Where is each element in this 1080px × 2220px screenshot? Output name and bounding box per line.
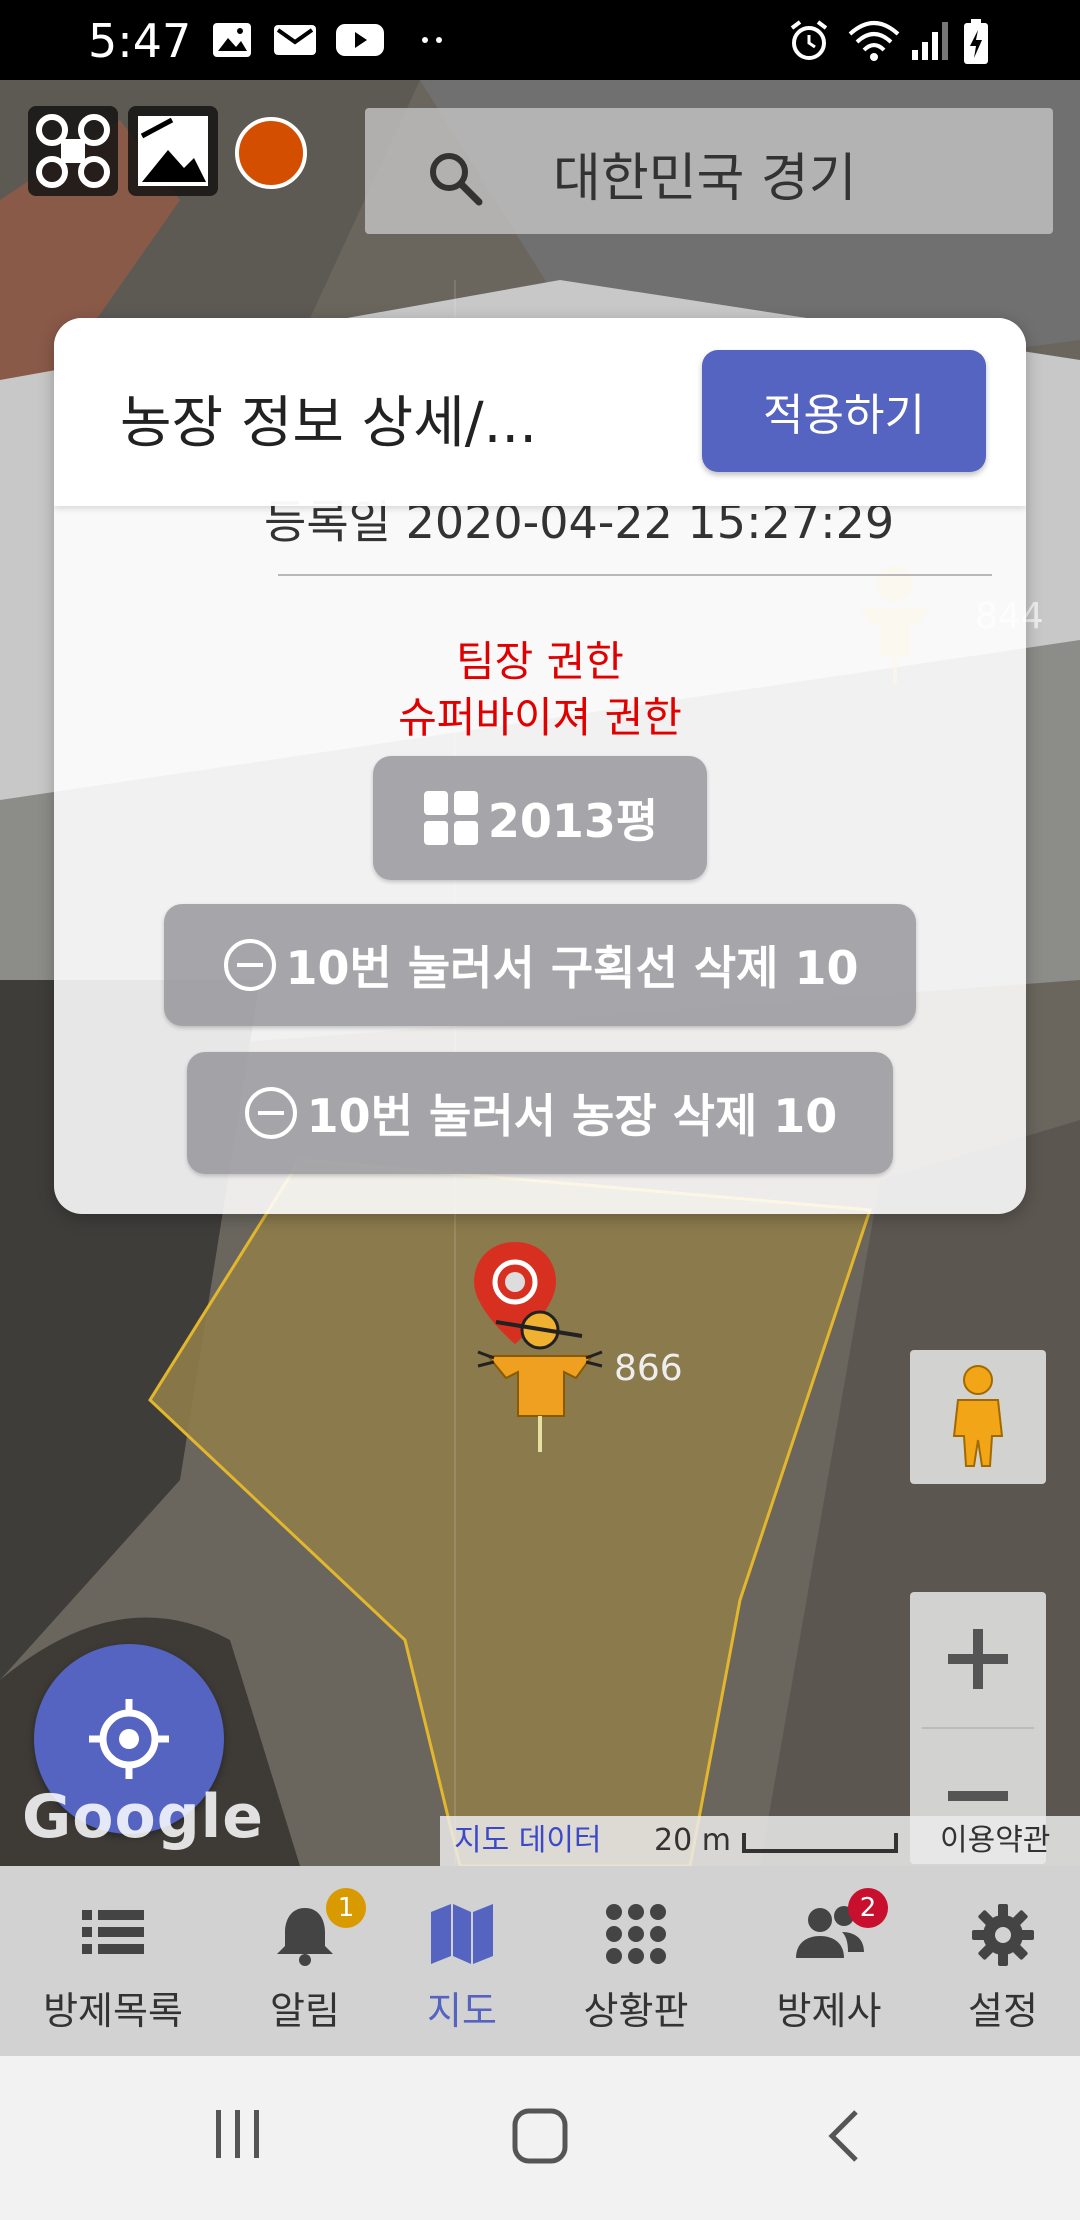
back-icon[interactable] bbox=[820, 2106, 870, 2166]
home-icon[interactable] bbox=[510, 2106, 570, 2166]
nav-label-dashboard: 상황판 bbox=[583, 1989, 689, 2033]
zoom-in-button[interactable] bbox=[910, 1592, 1046, 1728]
nav-label-sprayers: 방제사 bbox=[776, 1989, 882, 2033]
delete-boundary-button[interactable]: 10번 눌러서 구획선 삭제 10 bbox=[164, 904, 916, 1026]
nav-item-alerts[interactable]: 1 알림 bbox=[240, 1866, 370, 2056]
status-dot-icon bbox=[235, 117, 307, 189]
image-notification-icon bbox=[213, 23, 251, 57]
delete-boundary-label: 10번 눌러서 구획선 삭제 10 bbox=[285, 941, 859, 995]
search-text[interactable]: 대한민국 경기 bbox=[553, 136, 853, 211]
battery-icon bbox=[964, 19, 988, 64]
map-data-link[interactable]: 지도 데이터 bbox=[440, 1816, 644, 1866]
team-leader-permission: 팀장 권한 bbox=[456, 637, 624, 686]
street-view-pegman[interactable] bbox=[910, 1350, 1046, 1484]
gear-icon bbox=[972, 1904, 1034, 1966]
google-logo: Google bbox=[22, 1782, 264, 1852]
system-navigation-bar bbox=[0, 2056, 1080, 2220]
more-notifications-icon bbox=[422, 37, 442, 43]
nav-item-map[interactable]: 지도 bbox=[402, 1866, 522, 2056]
status-time: 5:47 bbox=[88, 14, 192, 68]
recent-apps-icon[interactable] bbox=[210, 2106, 266, 2162]
map-scale: 20 m bbox=[644, 1816, 924, 1866]
bottom-navigation: 방제목록 1 알림 지도 상황판 2 방제사 설정 bbox=[0, 1866, 1080, 2056]
alerts-badge: 1 bbox=[326, 1888, 366, 1928]
search-icon bbox=[430, 153, 483, 206]
minus-circle-icon bbox=[223, 939, 276, 991]
nav-label-alerts: 알림 bbox=[270, 1989, 340, 2033]
map-icon bbox=[431, 1904, 493, 1964]
farm-area-button[interactable]: 2013평 bbox=[373, 756, 707, 880]
scale-bar-icon bbox=[742, 1832, 899, 1853]
supervisor-permission: 슈퍼바이져 권한 bbox=[398, 693, 682, 742]
dialog-header: 농장 정보 상세/... 적용하기 bbox=[54, 318, 1026, 506]
farm-area-label: 2013평 bbox=[487, 794, 659, 848]
drone-icon[interactable] bbox=[28, 106, 118, 196]
dialog-title: 농장 정보 상세/... bbox=[120, 391, 537, 456]
minus-circle-icon bbox=[244, 1087, 297, 1139]
mail-notification-icon bbox=[274, 25, 316, 55]
terms-link[interactable]: 이용약관 bbox=[924, 1816, 1080, 1866]
search-bar[interactable]: 대한민국 경기 bbox=[365, 108, 1053, 234]
signal-icon bbox=[912, 22, 948, 60]
grid-icon bbox=[606, 1904, 666, 1964]
delete-farm-button[interactable]: 10번 눌러서 농장 삭제 10 bbox=[187, 1052, 893, 1174]
nav-item-dashboard[interactable]: 상황판 bbox=[565, 1866, 707, 2056]
delete-farm-label: 10번 눌러서 농장 삭제 10 bbox=[306, 1089, 838, 1143]
nav-label-settings: 설정 bbox=[968, 1989, 1038, 2033]
map-layer-icon[interactable] bbox=[128, 106, 218, 196]
scale-label: 20 m bbox=[654, 1823, 731, 1858]
apply-button[interactable]: 적용하기 bbox=[702, 350, 986, 472]
scarecrow-marker-866[interactable] bbox=[472, 1296, 612, 1456]
sprayers-badge: 2 bbox=[848, 1888, 888, 1928]
wifi-icon bbox=[848, 21, 900, 61]
nav-label-map: 지도 bbox=[427, 1989, 497, 2033]
list-icon bbox=[82, 1910, 144, 1954]
nav-item-settings[interactable]: 설정 bbox=[948, 1866, 1058, 2056]
pegman-icon bbox=[952, 1365, 1004, 1467]
marker-label-866: 866 bbox=[614, 1348, 683, 1389]
dialog-divider bbox=[278, 574, 992, 576]
nav-item-spray-list[interactable]: 방제목록 bbox=[18, 1866, 208, 2056]
alarm-icon bbox=[790, 20, 828, 60]
nav-item-sprayers[interactable]: 2 방제사 bbox=[758, 1866, 900, 2056]
nav-label-spray-list: 방제목록 bbox=[43, 1989, 183, 2033]
status-bar: 5:47 bbox=[0, 0, 1080, 80]
farm-detail-dialog: 등록일 2020-04-22 15:27:29 농장 정보 상세/... 적용하… bbox=[54, 318, 1026, 1214]
youtube-notification-icon bbox=[336, 24, 384, 56]
area-grid-icon bbox=[423, 791, 478, 845]
